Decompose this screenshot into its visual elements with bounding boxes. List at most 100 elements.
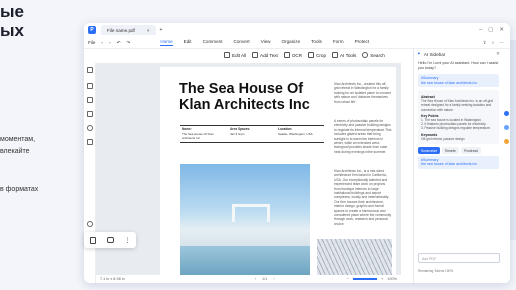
thumbnails-icon[interactable]: [87, 67, 93, 73]
right-rail: [503, 49, 510, 283]
promo-text-line-4: влекайте: [0, 148, 30, 155]
info-name-head: Name:: [182, 127, 192, 131]
user-message-text: the sea house of klan architects inc: [421, 80, 478, 85]
menu-convert[interactable]: Convert: [234, 39, 250, 46]
paragraph-2: A series of photovoltaic panels for elec…: [334, 119, 392, 154]
new-tab-icon[interactable]: +: [160, 27, 163, 33]
ocr-button[interactable]: OCR: [283, 52, 303, 58]
ai-assistant-icon[interactable]: [504, 111, 509, 116]
menu-form[interactable]: Form: [333, 39, 344, 46]
layers-icon[interactable]: [87, 139, 93, 145]
search-panel-icon[interactable]: [87, 125, 93, 131]
pdf-app-icon: P: [88, 26, 96, 34]
more-options-icon[interactable]: ⋮: [125, 237, 131, 244]
minimize-icon[interactable]: –: [479, 27, 482, 33]
ask-pdf-input[interactable]: Ask PDF: [418, 253, 500, 263]
remaining-tokens: Remaining Tokens 100%: [418, 269, 454, 273]
ai-tools-label: AI Tools: [340, 52, 357, 58]
ai-tools-icon: [332, 52, 339, 58]
pdf-page: The Sea House Of Klan Architects Inc Nam…: [160, 67, 396, 275]
house-frame-shape: [232, 204, 270, 222]
summary-card: Abstract The Sea House of Klan Architect…: [418, 90, 499, 145]
info-table: Name: The Sea House Of Klan Architects In…: [180, 125, 324, 143]
chat-icon[interactable]: [504, 125, 509, 130]
search-button[interactable]: Search: [362, 52, 385, 58]
rewrite-chip[interactable]: Rewrite: [442, 147, 459, 155]
info-name: Name: The Sea House Of Klan Architects In…: [180, 126, 228, 142]
menubar: File ▫ ▫ ↶ ↷ Home Edit Comment Convert V…: [84, 37, 510, 49]
summarize-chip[interactable]: Summarize: [418, 147, 441, 155]
attachment-icon[interactable]: [87, 111, 93, 117]
document-viewport[interactable]: The Sea House Of Klan Architects Inc Nam…: [96, 63, 401, 275]
menu-protect[interactable]: Protect: [355, 39, 370, 46]
page-size: 7.1 in x 8.98 in: [100, 277, 125, 281]
user-message-2: #Summary the sea house of klan architect…: [418, 156, 499, 169]
promo-text-line-5: в форматах: [0, 186, 39, 193]
sea-house-photo: [180, 164, 310, 275]
key-point: 3. Passive building designs regulate tem…: [421, 126, 491, 131]
main-menu: Home Edit Comment Convert View Organize …: [160, 39, 369, 46]
edit-all-button[interactable]: Edit All: [224, 52, 246, 58]
ai-sidebar-title: AI Sidebar: [423, 51, 446, 57]
upload-icon[interactable]: ⇪: [483, 40, 487, 46]
more-icon[interactable]: ⋯: [499, 40, 504, 46]
titlebar: P File name.pdf × + – ▢ ✕: [84, 23, 510, 37]
info-location-value: Seattle, Washington, USA: [278, 132, 313, 136]
file-tab[interactable]: File name.pdf ×: [101, 25, 156, 35]
architecture-photo: [317, 239, 392, 275]
assistant-greeting: Hello I'm Lumi your AI assistant. How ca…: [418, 61, 499, 70]
crop-button[interactable]: Crop: [308, 52, 326, 58]
page-indicator[interactable]: 1/1: [262, 277, 267, 281]
right-edge-strip: [510, 40, 516, 240]
zoom-out-icon[interactable]: −: [347, 277, 349, 281]
maximize-icon[interactable]: ▢: [488, 27, 493, 33]
prev-page-icon[interactable]: ‹: [255, 277, 256, 281]
abstract-text: The Sea House of Klan Architects Inc. is…: [421, 99, 494, 112]
redo-icon[interactable]: ↷: [127, 40, 131, 46]
search-icon: [362, 52, 369, 58]
tab-close-icon[interactable]: ×: [147, 28, 150, 33]
proofread-chip[interactable]: Proofread: [460, 147, 481, 155]
user-message: #Summary the sea house of klan architect…: [418, 74, 499, 87]
camera-icon[interactable]: [106, 237, 114, 243]
promo-heading-line-2: ых: [0, 21, 24, 40]
bookmark-add-icon[interactable]: [89, 236, 96, 244]
print-icon[interactable]: ▫: [109, 40, 111, 45]
close-sidebar-icon[interactable]: ✕: [496, 51, 500, 57]
comment-icon[interactable]: [87, 97, 93, 103]
file-menu[interactable]: File: [88, 40, 95, 45]
menu-organize[interactable]: Organize: [281, 39, 300, 46]
info-location: Location: Seattle, Washington, USA: [276, 126, 324, 142]
save-icon[interactable]: ▫: [101, 40, 103, 45]
add-text-button[interactable]: Add Text: [252, 52, 278, 58]
canvas: ые ых моментам, влекайте в форматах P Fi…: [0, 0, 516, 290]
user-message-2-text: the sea house of klan architects inc: [421, 162, 478, 167]
convert-icon[interactable]: [504, 139, 509, 144]
menu-edit[interactable]: Edit: [184, 39, 192, 46]
file-tab-label: File name.pdf: [107, 27, 135, 33]
next-page-icon[interactable]: ›: [273, 277, 274, 281]
zoom-control: − + 100%: [347, 277, 397, 281]
ocr-label: OCR: [291, 52, 303, 58]
ai-sparkle-icon: ✦: [417, 51, 421, 56]
close-window-icon[interactable]: ✕: [499, 27, 504, 33]
menu-comment[interactable]: Comment: [203, 39, 223, 46]
ai-tools-button[interactable]: AI Tools: [332, 52, 356, 58]
menu-tools[interactable]: Tools: [311, 39, 322, 46]
info-area: Area Spaces: Jan 6 Sqm: [228, 126, 276, 142]
statusbar: 7.1 in x 8.98 in ‹ 1/1 › − + 100%: [96, 275, 401, 283]
notification-icon[interactable]: ○: [492, 40, 495, 46]
zoom-slider[interactable]: [353, 278, 378, 280]
menu-home[interactable]: Home: [160, 39, 173, 46]
bookmark-icon[interactable]: [87, 83, 93, 89]
zoom-in-icon[interactable]: +: [381, 277, 383, 281]
undo-icon[interactable]: ↶: [117, 40, 121, 46]
paragraph-1: Klan Architects Inc., created this off-g…: [334, 82, 392, 104]
help-icon[interactable]: [87, 221, 93, 227]
ai-sidebar: ✦ AI Sidebar ✕ Hello I'm Lumi your AI as…: [413, 49, 503, 283]
pdf-editor-window: P File name.pdf × + – ▢ ✕ File ▫ ▫ ↶ ↷ H…: [84, 23, 510, 283]
ocr-icon: [283, 52, 290, 58]
menu-view[interactable]: View: [261, 39, 271, 46]
search-label: Search: [370, 52, 385, 58]
zoom-level[interactable]: 100%: [387, 277, 397, 281]
